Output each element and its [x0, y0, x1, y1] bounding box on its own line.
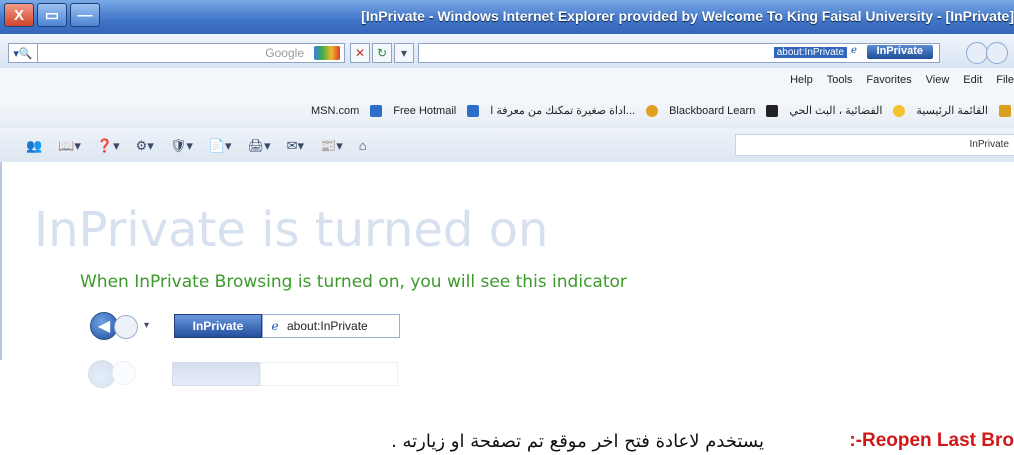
favorites-bar: MSN.com Free Hotmail اداة صغيرة تمكنك من…: [0, 94, 1014, 128]
menu-file[interactable]: File: [996, 74, 1014, 86]
caption-label: :-Reopen Last Bro: [849, 430, 1014, 452]
command-bar: 👥 📖▾ ❓▾ ⚙▾ 🛡▾ 📄▾ 🖨▾ ✉▾ 📰▾ ⌂ InPrivate: [0, 128, 1014, 163]
tool-icon: [646, 104, 659, 117]
inprivate-indicator-label: InPrivate: [174, 314, 262, 338]
fav-blackboard[interactable]: Blackboard Learn: [669, 105, 755, 117]
fav-main[interactable]: القائمة الرئيسية: [916, 104, 988, 117]
window-title: [InPrivate - Windows Internet Explorer p…: [361, 8, 1014, 24]
history-dropdown-icon[interactable]: ▾: [144, 320, 149, 331]
close-button[interactable]: X: [4, 3, 34, 27]
safety-icon[interactable]: 🛡▾: [170, 138, 193, 154]
reflection-content: [88, 360, 408, 392]
fav-hotmail[interactable]: Free Hotmail: [393, 105, 456, 117]
home-icon[interactable]: ⌂: [359, 138, 367, 154]
tab-inprivate[interactable]: InPrivate: [970, 139, 1009, 150]
menu-bar: Help Tools Favorites View Edit File: [0, 68, 1014, 95]
reflection: [0, 360, 1014, 420]
fav-msn[interactable]: MSN.com: [311, 105, 359, 117]
live-icon: [893, 104, 906, 117]
favorites-star-icon[interactable]: [999, 104, 1011, 117]
title-bar: X ▭ — [InPrivate - Windows Internet Expl…: [0, 0, 1014, 34]
inprivate-indicator: ◀ ▾ InPrivate ℯ about:InPrivate: [90, 308, 410, 340]
reflection-forward-icon: [112, 361, 136, 385]
menu-help[interactable]: Help: [790, 74, 813, 86]
page-heading: InPrivate is turned on: [34, 202, 549, 258]
indicator-address-text: about:InPrivate: [287, 319, 368, 333]
caption: :-Reopen Last Bro يستخدم لاعادة فتح اخر …: [0, 430, 1014, 455]
blackboard-icon: [766, 104, 779, 117]
page-icon[interactable]: 📄▾: [209, 138, 232, 154]
caption-sep: :-: [849, 430, 862, 451]
search-placeholder: Google: [265, 46, 304, 60]
reflection-address: [260, 362, 398, 386]
inprivate-badge[interactable]: InPrivate: [866, 45, 933, 59]
forward-icon[interactable]: [986, 42, 1008, 64]
google-icon[interactable]: [314, 46, 340, 60]
address-value: about:InPrivate: [773, 47, 847, 58]
ie-icon: ℯ: [271, 319, 279, 333]
print-icon[interactable]: 🖨▾: [248, 138, 271, 154]
caption-label-text: Reopen Last Bro: [861, 430, 1014, 451]
search-icon[interactable]: ▾🔍: [9, 44, 38, 62]
research-icon[interactable]: 📖▾: [58, 138, 81, 154]
menu-items: Help Tools Favorites View Edit File: [790, 74, 1014, 86]
back-icon[interactable]: [966, 42, 988, 64]
people-icon[interactable]: 👥: [26, 138, 42, 154]
page-content: InPrivate is turned on When InPrivate Br…: [0, 162, 1014, 360]
help-icon[interactable]: ❓▾: [97, 138, 120, 154]
stop-icon[interactable]: ✕: [350, 43, 370, 63]
hotmail-icon: [467, 104, 480, 117]
settings-icon[interactable]: ⚙▾: [136, 138, 154, 154]
menu-tools[interactable]: Tools: [827, 74, 853, 86]
msn-icon: [370, 104, 383, 117]
page-subheading: When InPrivate Browsing is turned on, yo…: [80, 272, 627, 292]
feeds-icon[interactable]: 📰▾: [320, 138, 343, 154]
chevron-down-icon[interactable]: ▾: [394, 43, 414, 63]
tab-strip: InPrivate: [735, 134, 1014, 156]
fav-tool[interactable]: اداة صغيرة تمكنك من معرفة ا...: [490, 104, 635, 117]
menu-favorites[interactable]: Favorites: [866, 74, 911, 86]
search-address-row: ▾🔍 Google ✕ ↻ ▾ about:InPrivate ℯ InPriv…: [0, 34, 1014, 68]
search-box[interactable]: ▾🔍 Google: [8, 43, 345, 63]
nav-buttons: [966, 42, 1014, 64]
address-bar[interactable]: about:InPrivate ℯ InPrivate: [418, 43, 940, 63]
favorites-items: MSN.com Free Hotmail اداة صغيرة تمكنك من…: [311, 104, 1014, 117]
minimize-button[interactable]: —: [70, 3, 100, 27]
maximize-button[interactable]: ▭: [37, 3, 67, 27]
caption-text: يستخدم لاعادة فتح اخر موقع تم تصفحة او ز…: [391, 431, 764, 452]
fav-live[interactable]: الفضائية ، البث الحي: [789, 104, 882, 117]
ie-page-icon: ℯ: [851, 45, 857, 56]
forward-arrow-icon[interactable]: [114, 315, 138, 339]
mail-icon[interactable]: ✉▾: [287, 138, 304, 154]
window-controls: X ▭ —: [4, 3, 100, 27]
menu-view[interactable]: View: [926, 74, 950, 86]
reflection-inprivate: [172, 362, 260, 386]
refresh-icon[interactable]: ↻: [372, 43, 392, 63]
indicator-address: ℯ about:InPrivate: [262, 314, 400, 338]
command-icons: 👥 📖▾ ❓▾ ⚙▾ 🛡▾ 📄▾ 🖨▾ ✉▾ 📰▾ ⌂: [26, 138, 367, 154]
menu-edit[interactable]: Edit: [963, 74, 982, 86]
ie-window-screenshot: X ▭ — [InPrivate - Windows Internet Expl…: [0, 0, 1014, 360]
